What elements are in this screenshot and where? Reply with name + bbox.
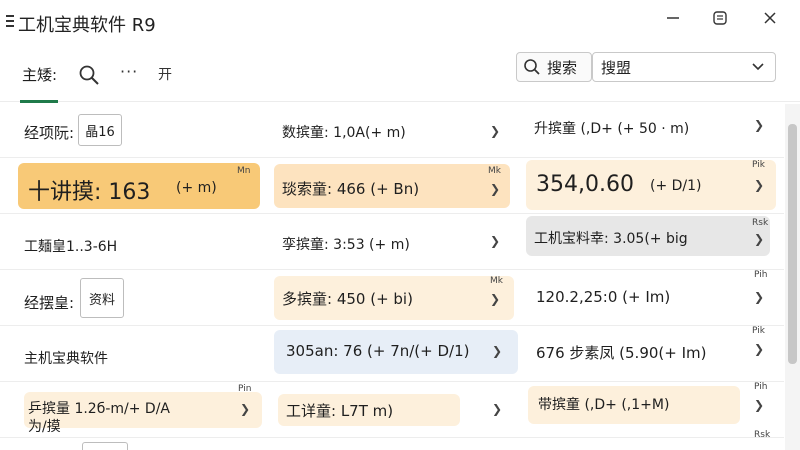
grid-cell[interactable]: 676 步素凤 (5.90(+ Im) Pik ❯ bbox=[520, 326, 784, 381]
corner-tag: Pik bbox=[752, 160, 765, 170]
value-chip[interactable] bbox=[82, 442, 128, 450]
cell-suffix: (+ D/1) bbox=[650, 178, 702, 194]
cell-text: 主机宝典软件 bbox=[24, 351, 108, 367]
search-button-label: 搜索 bbox=[547, 58, 578, 77]
cell-text: 工机宝料幸: 3.05(+ big bbox=[534, 231, 688, 247]
corner-tag: Pin bbox=[238, 384, 252, 394]
corner-tag: Rsk bbox=[754, 430, 771, 440]
app-menu-icon[interactable] bbox=[6, 15, 14, 27]
scrollbar-thumb[interactable] bbox=[788, 124, 797, 364]
grid-cell[interactable]: 经摆皇: 资料 bbox=[0, 270, 268, 325]
grid-cell[interactable]: 主机宝典软件 bbox=[0, 326, 268, 381]
table-row: 主机宝典软件 305an: 76 (+ 7n/(+ D/1) ❯ 676 步素凤… bbox=[0, 326, 784, 382]
grid-cell[interactable]: 工麺皇1..3-6H bbox=[0, 214, 268, 269]
table-row: 乒摈量 1.2б-m/+ D/A 为/摸 Pin ❯ 工详童: L7T m) ❯… bbox=[0, 382, 784, 438]
tab-main[interactable]: 主矮: bbox=[22, 64, 57, 85]
grid-cell[interactable]: 乒摈量 1.2б-m/+ D/A 为/摸 Pin ❯ bbox=[0, 382, 268, 437]
chevron-right-icon: ❯ bbox=[754, 118, 765, 132]
cell-text-large: 354,0.60 bbox=[536, 172, 634, 197]
cell-text: 工麺皇1..3-6H bbox=[24, 239, 118, 255]
grid-cell[interactable]: 数摈童: 1,0A(+ m) ❯ bbox=[268, 104, 520, 157]
corner-tag: Mk bbox=[488, 166, 501, 176]
grid-cell[interactable]: 120.2,25:0 (+ Im) Pih ❯ bbox=[520, 270, 784, 325]
corner-tag: Pik bbox=[752, 326, 765, 336]
corner-tag: Pih bbox=[754, 382, 768, 392]
grid-cell[interactable]: 经项阮: 晶16 bbox=[0, 104, 268, 157]
search-icon bbox=[524, 59, 540, 75]
restore-button[interactable] bbox=[702, 4, 738, 32]
grid-cell[interactable]: 升摈童 (,D+ (+ 50 · m) ❯ bbox=[520, 104, 784, 157]
minimize-icon bbox=[667, 17, 679, 19]
tab-active-indicator bbox=[20, 100, 58, 103]
table-row: 工麺皇1..3-6H 孪摈童: 3:53 (+ m) ❯ 工机宝料幸: 3.05… bbox=[0, 214, 784, 270]
title-bar: 工机宝典软件 R9 bbox=[0, 0, 800, 40]
cell-text: 升摈童 (,D+ (+ 50 · m) bbox=[534, 121, 690, 137]
cell-text: 工详童: L7T m) bbox=[286, 402, 394, 420]
grid-cell[interactable]: 带摈童 (,D+ (,1+M) Pih ❯ bbox=[520, 382, 784, 437]
grid-cell[interactable]: 工机宝料幸: 3.05(+ big Rsk ❯ bbox=[520, 214, 784, 269]
cell-suffix: (+ m) bbox=[176, 180, 217, 196]
row-label: 经摆皇: bbox=[24, 294, 75, 312]
minimize-button[interactable] bbox=[655, 4, 691, 32]
chevron-right-icon: ❯ bbox=[240, 402, 251, 416]
cell-text: 带摈童 (,D+ (,1+M) bbox=[538, 397, 670, 413]
grid-cell[interactable]: 多摈童: 450 (+ bi) Mk ❯ bbox=[268, 270, 520, 325]
grid-cell[interactable]: 琰索童: 466 (+ Bn) Mk ❯ bbox=[268, 158, 520, 213]
corner-tag: Rsk bbox=[752, 218, 769, 228]
cell-subtext: 为/摸 bbox=[28, 419, 61, 435]
restore-icon bbox=[713, 11, 727, 25]
grid-cell[interactable]: 305an: 76 (+ 7n/(+ D/1) ❯ bbox=[268, 326, 520, 381]
close-icon bbox=[764, 12, 776, 24]
cell-text: 676 步素凤 (5.90(+ Im) bbox=[536, 344, 707, 362]
search-scope-select[interactable]: 搜盟 bbox=[592, 52, 776, 82]
data-grid: 经项阮: 晶16 数摈童: 1,0A(+ m) ❯ 升摈童 (,D+ (+ 50… bbox=[0, 104, 784, 450]
grid-cell[interactable]: 孪摈童: 3:53 (+ m) ❯ bbox=[268, 214, 520, 269]
value-chip[interactable]: 资料 bbox=[80, 278, 124, 318]
close-button[interactable] bbox=[752, 4, 788, 32]
search-button[interactable]: 搜索 bbox=[516, 52, 592, 82]
corner-tag: Mk bbox=[490, 276, 503, 286]
chevron-right-icon: ❯ bbox=[754, 290, 765, 304]
vertical-scrollbar[interactable] bbox=[785, 104, 800, 450]
cell-text: 琰索童: 466 (+ Bn) bbox=[282, 180, 420, 198]
row-label: 经项阮: bbox=[24, 124, 75, 142]
chevron-right-icon: ❯ bbox=[754, 342, 765, 356]
value-chip[interactable]: 晶16 bbox=[78, 114, 122, 146]
chevron-right-icon: ❯ bbox=[490, 124, 501, 138]
corner-tag: Pih bbox=[754, 270, 768, 280]
cell-text: 305an: 76 (+ 7n/(+ D/1) bbox=[286, 342, 470, 360]
table-row: 经摆皇: 资料 多摈童: 450 (+ bi) Mk ❯ 120.2,25:0 … bbox=[0, 270, 784, 326]
cell-text-large: 十讲摸: 163 bbox=[28, 180, 151, 205]
search-scope-value: 搜盟 bbox=[601, 58, 632, 77]
search-icon[interactable] bbox=[78, 64, 100, 86]
grid-cell[interactable]: 354,0.60 (+ D/1) Pik ❯ bbox=[520, 158, 784, 213]
more-options-button[interactable]: ··· bbox=[120, 62, 138, 81]
window-title: 工机宝典软件 R9 bbox=[18, 15, 156, 36]
cell-text: 乒摈量 1.2б-m/+ D/A bbox=[28, 401, 171, 417]
toolbar: 主矮: ··· 开 搜索 搜盟 bbox=[0, 40, 800, 103]
open-button[interactable]: 开 bbox=[158, 64, 172, 84]
cell-text: 数摈童: 1,0A(+ m) bbox=[282, 125, 406, 141]
table-row: 十讲摸: 163 (+ m) Mn 琰索童: 466 (+ Bn) Mk ❯ 3… bbox=[0, 158, 784, 214]
cell-text: 120.2,25:0 (+ Im) bbox=[536, 288, 671, 306]
corner-tag: Mn bbox=[237, 166, 251, 176]
grid-cell[interactable]: 工详童: L7T m) ❯ bbox=[268, 382, 520, 437]
chevron-right-icon: ❯ bbox=[492, 402, 503, 416]
chevron-right-icon: ❯ bbox=[490, 182, 501, 196]
table-row: 经项阮: 晶16 数摈童: 1,0A(+ m) ❯ 升摈童 (,D+ (+ 50… bbox=[0, 104, 784, 158]
cell-text: 多摈童: 450 (+ bi) bbox=[282, 290, 413, 308]
chevron-right-icon: ❯ bbox=[754, 232, 765, 246]
chevron-right-icon: ❯ bbox=[754, 178, 765, 192]
chevron-down-icon bbox=[752, 63, 764, 71]
chevron-right-icon: ❯ bbox=[490, 234, 501, 248]
chevron-right-icon: ❯ bbox=[754, 398, 765, 412]
cell-text: 孪摈童: 3:53 (+ m) bbox=[282, 237, 410, 253]
chevron-right-icon: ❯ bbox=[490, 292, 501, 306]
grid-cell[interactable]: 十讲摸: 163 (+ m) Mn bbox=[0, 158, 268, 213]
table-row: Rsk bbox=[0, 430, 784, 450]
chevron-right-icon: ❯ bbox=[492, 344, 503, 358]
